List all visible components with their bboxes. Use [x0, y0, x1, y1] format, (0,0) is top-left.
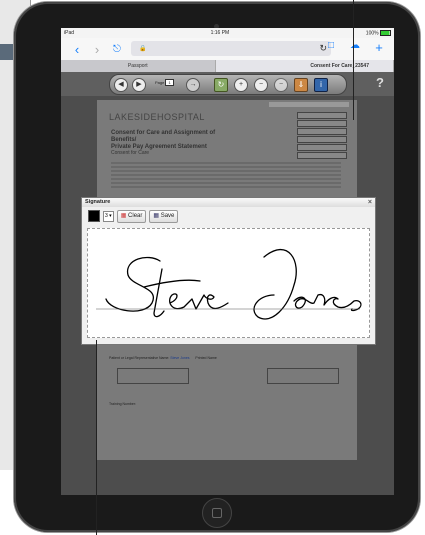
- tab-label: Consent For Care_23547: [310, 63, 369, 69]
- zoom-in-icon[interactable]: +: [234, 78, 248, 92]
- help-icon[interactable]: ?: [376, 75, 384, 90]
- page-number[interactable]: 1: [165, 79, 174, 86]
- share-icon[interactable]: ⎋: [107, 44, 127, 55]
- tab-consent-for-care[interactable]: Consent For Care_23547: [215, 60, 394, 72]
- toolbar-pill: ◀ ▶ Page 1 → ↻ + − − ⇓ i: [109, 74, 347, 95]
- pen-size-value: 3: [105, 212, 108, 219]
- browser-tabs: Passport Consent For Care_23547: [61, 60, 394, 72]
- battery-icon: [379, 29, 391, 36]
- signature-canvas[interactable]: [87, 228, 370, 338]
- lock-icon: 🔒: [139, 46, 147, 52]
- save-icon: ▦: [153, 212, 160, 219]
- device-label: iPad: [64, 30, 75, 36]
- patient-info-block: [237, 112, 347, 160]
- battery-percent: 100%: [365, 30, 379, 37]
- status-bar: iPad 1:16 PM 100%: [61, 28, 394, 38]
- home-button[interactable]: [202, 498, 232, 528]
- signature-dialog: Signature × 3 ▾ ▦ Clear ▦ Save: [81, 197, 376, 345]
- go-icon[interactable]: →: [186, 78, 200, 92]
- clear-button[interactable]: ▦ Clear: [116, 209, 147, 223]
- tab-passport[interactable]: Passport: [61, 60, 216, 72]
- pen-color-swatch[interactable]: [88, 210, 100, 222]
- close-icon[interactable]: ×: [368, 198, 372, 207]
- zoom-fit-icon[interactable]: −: [274, 78, 288, 92]
- back-icon[interactable]: ‹: [67, 42, 87, 57]
- prev-page-icon[interactable]: ◀: [114, 78, 128, 92]
- cloud-icon[interactable]: ☁: [345, 40, 365, 55]
- handwritten-signature: [105, 249, 362, 320]
- ipad-screen: iPad 1:16 PM 100% ‹ › ⎋ 🔒 ↻ □ ☁ + Passpo…: [61, 28, 394, 495]
- dialog-title-text: Signature: [85, 199, 111, 205]
- bookmarks-icon[interactable]: □: [321, 40, 341, 55]
- forward-icon[interactable]: ›: [87, 42, 107, 57]
- save-label: Save: [160, 212, 175, 219]
- signature-box-right[interactable]: [267, 368, 339, 384]
- tab-label: Passport: [127, 63, 148, 69]
- title-line-1: Consent for Care and Assignment of Benef…: [111, 130, 216, 143]
- info-icon[interactable]: i: [314, 78, 328, 92]
- signature-drawing: [96, 249, 362, 320]
- page-selector[interactable]: Page 1: [155, 79, 174, 86]
- new-tab-icon[interactable]: +: [369, 40, 389, 55]
- download-icon[interactable]: ⇓: [294, 78, 308, 92]
- callout-line-top: [353, 0, 354, 120]
- patient-name: Steve Jones: [170, 356, 190, 360]
- consent-paragraph: [111, 160, 341, 190]
- patient-label: Patient or Legal Representative Name: [109, 356, 169, 360]
- document-header-bar: [269, 102, 349, 107]
- next-page-icon[interactable]: ▶: [132, 78, 146, 92]
- training-label: Training Number:: [109, 402, 136, 406]
- viewer-toolbar: ◀ ▶ Page 1 → ↻ + − − ⇓ i ?: [61, 72, 394, 96]
- section-heading: Consent for Care: [111, 150, 150, 156]
- battery-indicator: 100%: [365, 29, 391, 37]
- printed-name-label: Printed Name: [195, 356, 217, 360]
- save-button[interactable]: ▦ Save: [149, 209, 179, 223]
- url-bar[interactable]: 🔒 ↻: [131, 41, 331, 56]
- callout-line-bottom: [96, 340, 97, 535]
- page-label: Page: [155, 80, 165, 85]
- signature-box-left[interactable]: [117, 368, 189, 384]
- clear-label: Clear: [128, 212, 143, 219]
- pen-size-select[interactable]: 3 ▾: [103, 210, 114, 222]
- refresh-doc-icon[interactable]: ↻: [214, 78, 228, 92]
- signature-tools: 3 ▾ ▦ Clear ▦ Save: [82, 207, 375, 225]
- zoom-out-icon[interactable]: −: [254, 78, 268, 92]
- status-time: 1:16 PM: [210, 30, 230, 36]
- hospital-logo: LAKESIDEHOSPITAL: [109, 112, 205, 122]
- signature-dialog-title: Signature ×: [82, 198, 375, 207]
- ipad-frame: iPad 1:16 PM 100% ‹ › ⎋ 🔒 ↻ □ ☁ + Passpo…: [14, 2, 420, 532]
- browser-nav-bar: ‹ › ⎋ 🔒 ↻ □ ☁ +: [61, 38, 394, 60]
- clear-icon: ▦: [120, 212, 127, 219]
- document-title: Consent for Care and Assignment of Benef…: [111, 130, 231, 151]
